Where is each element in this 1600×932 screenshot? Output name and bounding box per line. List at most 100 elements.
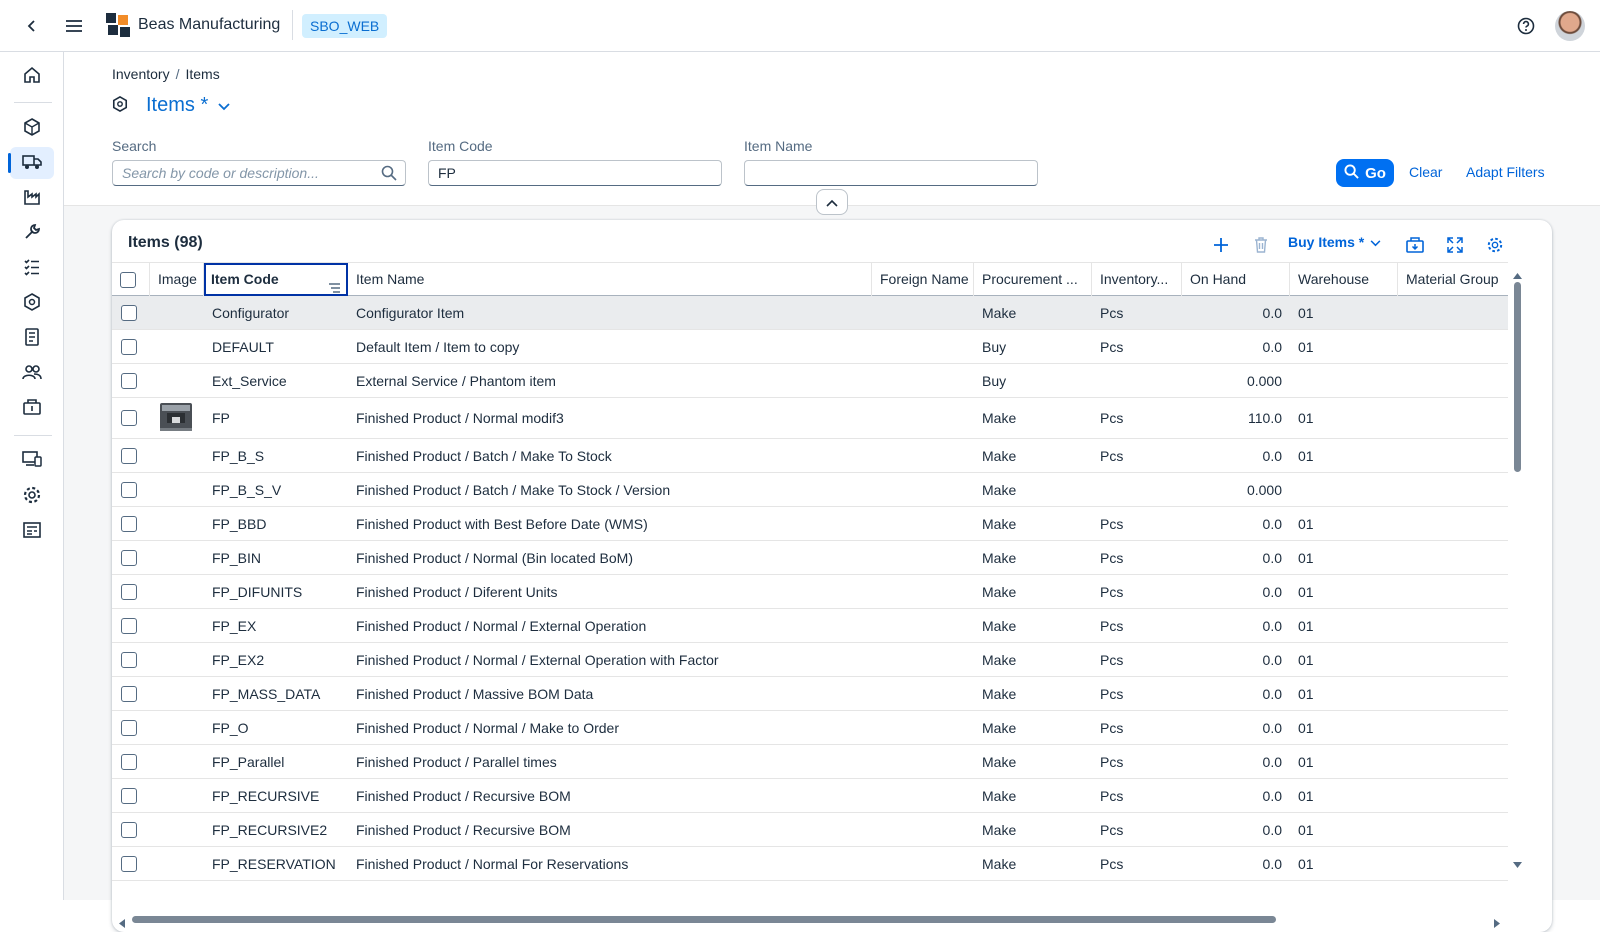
column-header-item-name[interactable]: Item Name <box>348 263 872 296</box>
table-row[interactable]: FP_MASS_DATA Finished Product / Massive B… <box>112 677 1508 711</box>
nav-settings[interactable] <box>10 480 54 512</box>
table-row[interactable]: Ext_Service External Service / Phantom it… <box>112 364 1508 398</box>
column-header-image[interactable]: Image <box>150 263 204 296</box>
row-checkbox[interactable] <box>121 549 137 566</box>
cell-inv <box>1092 473 1182 506</box>
row-checkbox[interactable] <box>121 617 137 634</box>
horizontal-scroll-thumb[interactable] <box>132 916 1276 923</box>
row-checkbox[interactable] <box>121 410 137 426</box>
nav-separator <box>14 435 52 436</box>
scroll-left-icon[interactable] <box>118 915 125 931</box>
variant-selector[interactable]: Buy Items * <box>1288 234 1381 250</box>
table-row[interactable]: FP_EX2 Finished Product / Normal / Extern… <box>112 643 1508 677</box>
user-avatar[interactable] <box>1555 11 1585 41</box>
horizontal-scrollbar[interactable] <box>112 908 1508 928</box>
app-logo[interactable]: Beas Manufacturing <box>106 13 280 37</box>
scroll-down-icon[interactable] <box>1513 856 1522 872</box>
settings-icon[interactable] <box>1480 230 1510 260</box>
nav-delivery[interactable] <box>8 147 54 179</box>
delete-icon[interactable] <box>1246 230 1276 260</box>
row-select-cell <box>112 677 150 710</box>
chevron-down-icon[interactable] <box>218 98 230 114</box>
table-row[interactable]: FP_DIFUNITS Finished Product / Diferent U… <box>112 575 1508 609</box>
table-row[interactable]: FP_RECURSIVE2 Finished Product / Recursiv… <box>112 813 1508 847</box>
table-row[interactable]: FP_RECURSIVE Finished Product / Recursive… <box>112 779 1508 813</box>
help-icon[interactable] <box>1512 12 1540 40</box>
export-icon[interactable] <box>1400 230 1430 260</box>
row-checkbox[interactable] <box>121 685 137 702</box>
row-checkbox[interactable] <box>121 821 137 838</box>
scroll-up-icon[interactable] <box>1513 266 1522 282</box>
row-checkbox[interactable] <box>121 515 137 532</box>
nav-cubes[interactable] <box>10 112 54 144</box>
item-code-field[interactable]: FP <box>428 160 722 186</box>
row-checkbox[interactable] <box>121 855 137 872</box>
row-checkbox[interactable] <box>121 481 137 498</box>
go-button[interactable]: Go <box>1336 159 1394 187</box>
cell-mg <box>1398 507 1508 540</box>
cell-proc: Make <box>982 410 1017 426</box>
table-row[interactable]: FP_B_S Finished Product / Batch / Make To… <box>112 439 1508 473</box>
nav-tools[interactable] <box>10 217 54 249</box>
table-row[interactable]: FP_Parallel Finished Product / Parallel t… <box>112 745 1508 779</box>
table-row[interactable]: FP_BBD Finished Product with Best Before … <box>112 507 1508 541</box>
row-checkbox[interactable] <box>121 719 137 736</box>
row-checkbox[interactable] <box>121 651 137 668</box>
table-row[interactable]: DEFAULT Default Item / Item to copy Buy Pcs… <box>112 330 1508 364</box>
nav-people[interactable] <box>10 357 54 389</box>
wrench-icon <box>23 223 41 244</box>
row-checkbox[interactable] <box>121 787 137 804</box>
column-header-procurement[interactable]: Procurement ... <box>974 263 1092 296</box>
clear-button[interactable]: Clear <box>1409 164 1442 180</box>
row-checkbox[interactable] <box>121 304 137 321</box>
nav-documents[interactable] <box>10 322 54 354</box>
nav-tasks[interactable] <box>10 252 54 284</box>
nav-reports[interactable] <box>10 515 54 547</box>
nav-home[interactable] <box>10 60 54 92</box>
shell-divider <box>292 10 293 40</box>
cell-image <box>150 779 204 812</box>
nav-money[interactable] <box>10 392 54 424</box>
column-header-item-code[interactable]: Item Code <box>204 263 348 296</box>
vertical-scroll-thumb[interactable] <box>1514 282 1521 472</box>
select-all-checkbox[interactable] <box>120 271 136 288</box>
row-checkbox[interactable] <box>121 753 137 770</box>
page-title[interactable]: Items * <box>146 94 208 117</box>
column-header-inventory[interactable]: Inventory... <box>1092 263 1182 296</box>
column-header-foreign-name[interactable]: Foreign Name <box>872 263 974 296</box>
cell-onhand: 0.0 <box>1262 338 1282 355</box>
row-checkbox[interactable] <box>121 338 137 355</box>
table-row[interactable]: FP_RESERVATION Finished Product / Normal … <box>112 847 1508 881</box>
nav-factory[interactable] <box>10 182 54 214</box>
table-row[interactable]: FP Finished Product / Normal modif3 Make Pc… <box>112 398 1508 439</box>
vertical-scrollbar[interactable] <box>1510 264 1524 904</box>
search-input[interactable]: Search by code or description... <box>112 160 406 186</box>
row-checkbox[interactable] <box>121 447 137 464</box>
nav-devices[interactable] <box>10 444 54 476</box>
column-header-warehouse[interactable]: Warehouse <box>1290 263 1398 296</box>
search-icon[interactable] <box>381 165 397 184</box>
breadcrumb-inventory[interactable]: Inventory <box>112 66 170 82</box>
table-row[interactable]: FP_O Finished Product / Normal / Make to … <box>112 711 1508 745</box>
cell-code: Configurator <box>212 304 290 321</box>
fullscreen-icon[interactable] <box>1440 230 1470 260</box>
add-icon[interactable] <box>1206 230 1236 260</box>
cell-proc: Make <box>982 651 1017 668</box>
select-all-cell <box>112 263 150 296</box>
scroll-right-icon[interactable] <box>1494 915 1501 931</box>
table-row[interactable]: Configurator Configurator Item Make Pcs 0.0 0… <box>112 296 1508 330</box>
menu-icon[interactable] <box>60 12 88 40</box>
table-row[interactable]: FP_BIN Finished Product / Normal (Bin loc… <box>112 541 1508 575</box>
nav-products[interactable] <box>10 287 54 319</box>
column-header-on-hand[interactable]: On Hand <box>1182 263 1290 296</box>
adapt-filters-button[interactable]: Adapt Filters <box>1466 164 1545 180</box>
cell-foreign <box>872 575 974 608</box>
item-name-field[interactable] <box>744 160 1038 186</box>
row-checkbox[interactable] <box>121 372 137 389</box>
row-checkbox[interactable] <box>121 583 137 600</box>
back-icon[interactable] <box>18 12 46 40</box>
table-row[interactable]: FP_B_S_V Finished Product / Batch / Make … <box>112 473 1508 507</box>
column-header-material-group[interactable]: Material Group <box>1398 263 1508 296</box>
table-row[interactable]: FP_EX Finished Product / Normal / Externa… <box>112 609 1508 643</box>
collapse-header-button[interactable] <box>816 189 848 215</box>
